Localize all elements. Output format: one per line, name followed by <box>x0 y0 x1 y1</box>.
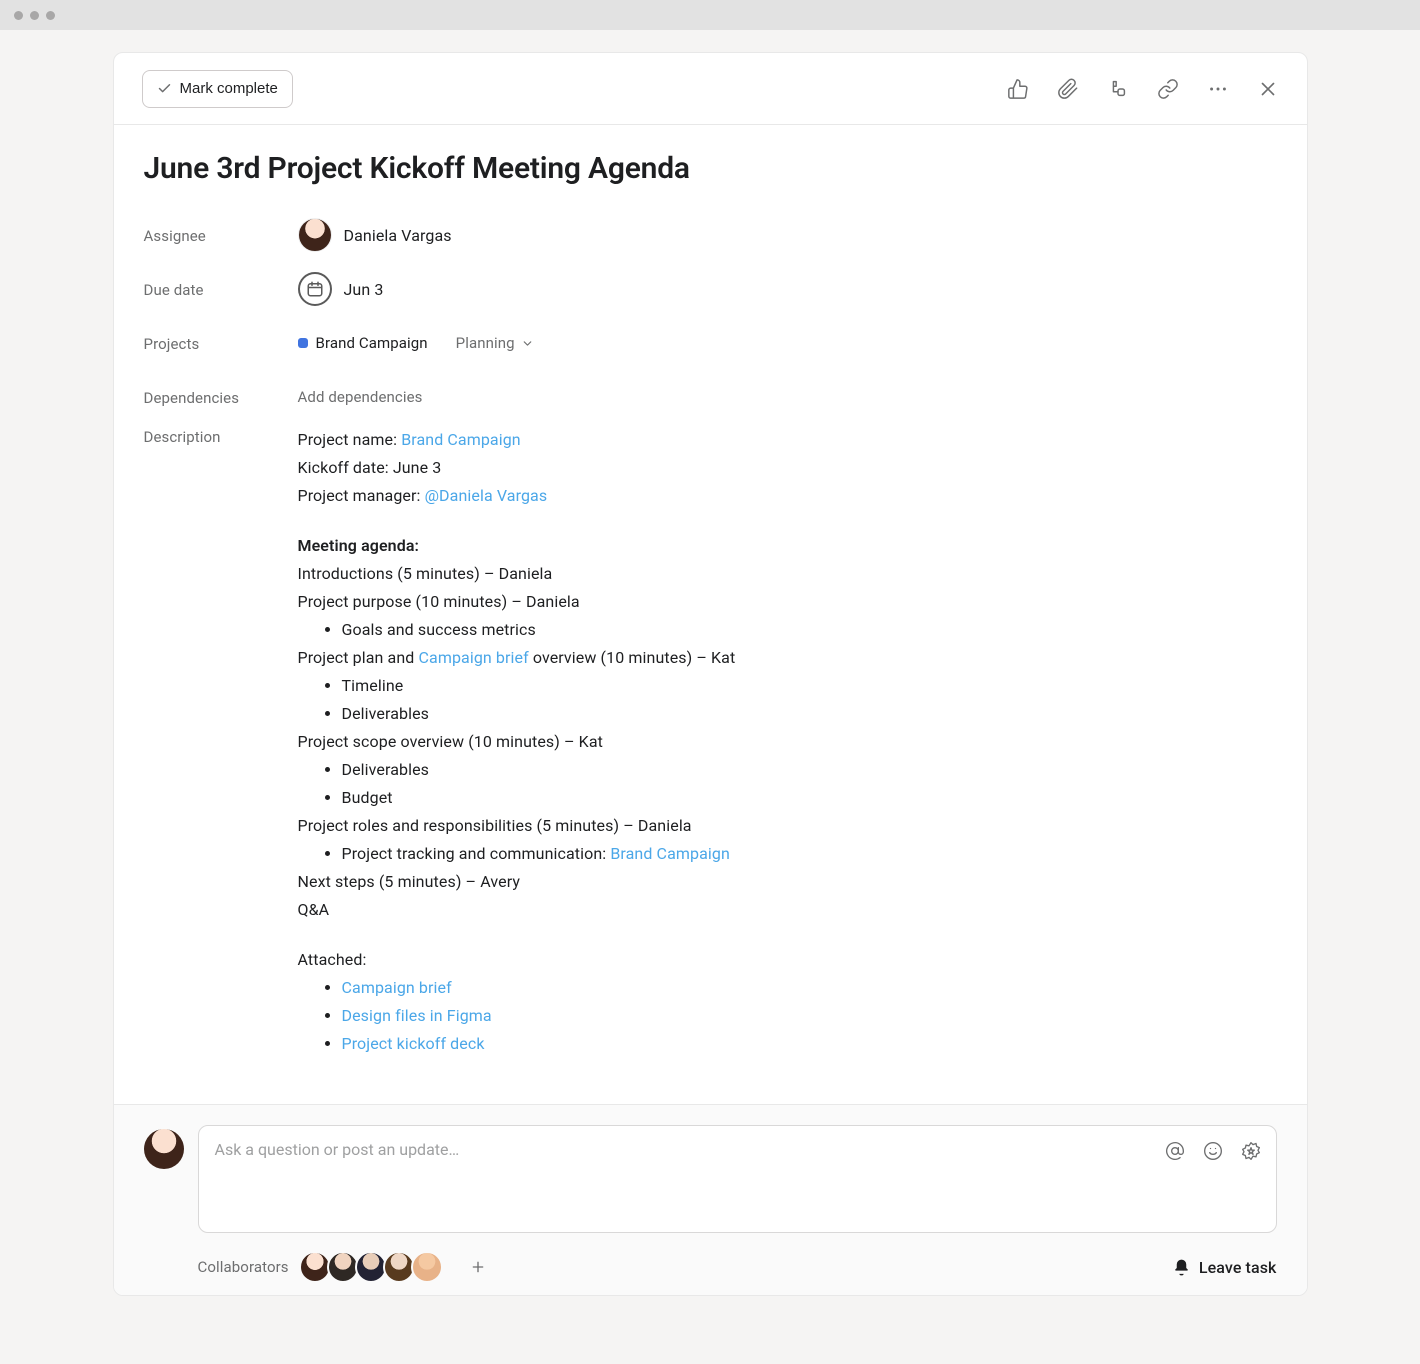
collaborator-avatar-2[interactable] <box>327 1251 359 1283</box>
desc-scope-line: Project scope overview (10 minutes) – Ka… <box>298 728 1277 756</box>
project-section-label: Planning <box>456 334 515 352</box>
desc-project-name-link[interactable]: Brand Campaign <box>401 430 521 449</box>
collaborators-section: Collaborators <box>198 1251 489 1283</box>
close-button[interactable] <box>1257 78 1279 100</box>
like-button[interactable] <box>1007 78 1029 100</box>
due-date-label: Due date <box>144 279 298 299</box>
leave-task-label: Leave task <box>1199 1258 1277 1277</box>
desc-plan-link[interactable]: Campaign brief <box>419 648 529 667</box>
desc-attached-heading: Attached: <box>298 946 1277 974</box>
traffic-light-close[interactable] <box>14 11 23 20</box>
project-color-dot <box>298 338 308 348</box>
description-row: Description Project name: Brand Campaign… <box>144 424 1277 1058</box>
task-detail-panel: Mark complete <box>113 52 1308 1296</box>
desc-pm-label: Project manager: <box>298 486 425 505</box>
check-icon <box>157 81 172 96</box>
collaborator-avatar-3[interactable] <box>355 1251 387 1283</box>
more-actions-button[interactable] <box>1207 78 1229 100</box>
task-header: Mark complete <box>114 53 1307 125</box>
footer-row: Collaborators Leave task <box>144 1251 1277 1283</box>
appreciation-button[interactable] <box>1240 1140 1262 1162</box>
project-chip[interactable]: Brand Campaign <box>298 334 428 352</box>
description-content[interactable]: Project name: Brand Campaign Kickoff dat… <box>298 424 1277 1058</box>
desc-plan-suffix: overview (10 minutes) – Kat <box>529 648 736 667</box>
collaborator-avatar-5[interactable] <box>411 1251 443 1283</box>
more-horizontal-icon <box>1207 78 1229 100</box>
paperclip-icon <box>1057 78 1079 100</box>
task-title[interactable]: June 3rd Project Kickoff Meeting Agenda <box>144 151 1277 186</box>
projects-label: Projects <box>144 333 298 353</box>
collaborator-avatars <box>303 1251 443 1283</box>
copy-link-button[interactable] <box>1157 78 1179 100</box>
task-body: June 3rd Project Kickoff Meeting Agenda … <box>114 125 1307 1104</box>
due-date-value[interactable]: Jun 3 <box>298 272 384 306</box>
collaborators-label: Collaborators <box>198 1258 289 1276</box>
desc-kickoff-line: Kickoff date: June 3 <box>298 454 1277 482</box>
subtask-icon <box>1107 78 1129 100</box>
window-chrome <box>0 0 1420 30</box>
desc-project-name-label: Project name: <box>298 430 402 449</box>
mark-complete-label: Mark complete <box>180 80 278 97</box>
assignee-avatar <box>298 218 332 252</box>
comment-composer[interactable] <box>198 1125 1277 1233</box>
collaborator-avatar-4[interactable] <box>383 1251 415 1283</box>
attach-button[interactable] <box>1057 78 1079 100</box>
subtask-button[interactable] <box>1107 78 1129 100</box>
dependencies-label: Dependencies <box>144 387 298 407</box>
desc-next-steps-line: Next steps (5 minutes) – Avery <box>298 868 1277 896</box>
desc-plan-bullet2: Deliverables <box>342 700 1277 728</box>
description-label: Description <box>144 424 298 446</box>
thumbs-up-icon <box>1007 78 1029 100</box>
add-collaborator-button[interactable] <box>467 1256 489 1278</box>
desc-agenda-heading: Meeting agenda: <box>298 532 1277 560</box>
calendar-icon <box>298 272 332 306</box>
desc-plan-prefix: Project plan and <box>298 648 419 667</box>
desc-pm-mention[interactable]: @Daniela Vargas <box>425 486 548 505</box>
assignee-name: Daniela Vargas <box>344 226 452 245</box>
project-name: Brand Campaign <box>316 334 428 352</box>
collaborator-avatar-1[interactable] <box>299 1251 331 1283</box>
comment-input[interactable] <box>199 1126 1276 1232</box>
desc-roles-bullet-link[interactable]: Brand Campaign <box>610 844 730 863</box>
desc-scope-bullet2: Budget <box>342 784 1277 812</box>
due-date-row: Due date Jun 3 <box>144 262 1277 316</box>
dependencies-row: Dependencies Add dependencies <box>144 370 1277 424</box>
chevron-down-icon <box>521 337 534 350</box>
close-icon <box>1257 78 1279 100</box>
desc-roles-line: Project roles and responsibilities (5 mi… <box>298 812 1277 840</box>
current-user-avatar <box>144 1129 184 1169</box>
due-date-text: Jun 3 <box>344 280 384 299</box>
star-badge-icon <box>1241 1141 1261 1161</box>
mention-button[interactable] <box>1164 1140 1186 1162</box>
attached-link-3[interactable]: Project kickoff deck <box>342 1034 485 1053</box>
assignee-row: Assignee Daniela Vargas <box>144 208 1277 262</box>
traffic-light-zoom[interactable] <box>46 11 55 20</box>
assignee-label: Assignee <box>144 225 298 245</box>
desc-plan-bullet1: Timeline <box>342 672 1277 700</box>
plus-icon <box>470 1259 486 1275</box>
desc-qa-line: Q&A <box>298 896 1277 924</box>
desc-intro-line: Introductions (5 minutes) – Daniela <box>298 560 1277 588</box>
projects-row: Projects Brand Campaign Planning <box>144 316 1277 370</box>
link-icon <box>1157 78 1179 100</box>
desc-roles-bullet-prefix: Project tracking and communication: <box>342 844 611 863</box>
desc-scope-bullet1: Deliverables <box>342 756 1277 784</box>
header-actions <box>1007 78 1279 100</box>
desc-purpose-bullet: Goals and success metrics <box>342 616 1277 644</box>
traffic-light-minimize[interactable] <box>30 11 39 20</box>
smile-icon <box>1203 1141 1223 1161</box>
attached-link-2[interactable]: Design files in Figma <box>342 1006 492 1025</box>
assignee-value[interactable]: Daniela Vargas <box>298 218 452 252</box>
leave-task-button[interactable]: Leave task <box>1172 1258 1277 1277</box>
attached-link-1[interactable]: Campaign brief <box>342 978 452 997</box>
project-section-dropdown[interactable]: Planning <box>456 334 534 352</box>
at-sign-icon <box>1165 1141 1185 1161</box>
composer-area: Collaborators Leave task <box>114 1104 1307 1295</box>
emoji-button[interactable] <box>1202 1140 1224 1162</box>
bell-icon <box>1172 1258 1191 1277</box>
add-dependencies-button[interactable]: Add dependencies <box>298 388 423 406</box>
desc-purpose-line: Project purpose (10 minutes) – Daniela <box>298 588 1277 616</box>
mark-complete-button[interactable]: Mark complete <box>142 70 293 108</box>
